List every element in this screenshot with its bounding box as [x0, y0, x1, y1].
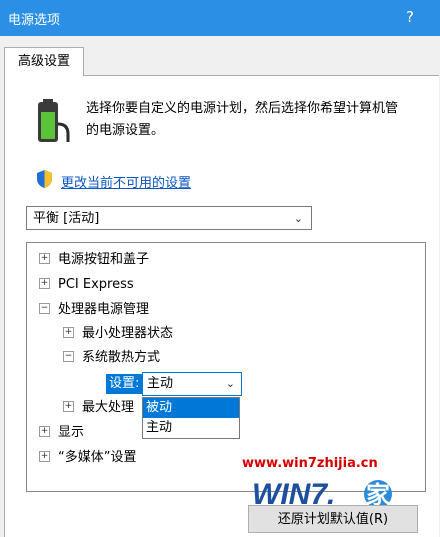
tree-item-min-processor-state[interactable]: + 最小处理器状态	[63, 325, 173, 343]
cooling-policy-options[interactable]: 被动 主动	[142, 397, 240, 439]
chevron-down-icon[interactable]: ⌄	[294, 207, 303, 231]
option-passive[interactable]: 被动	[143, 398, 239, 418]
expand-icon[interactable]: +	[63, 327, 74, 338]
description-line-1: 选择你要自定义的电源计划，然后选择你希望计算机管	[86, 101, 399, 116]
description-line-2: 的电源设置。	[86, 123, 165, 138]
chevron-down-icon[interactable]: ⌄	[226, 373, 235, 395]
tree-item-label: PCI Express	[58, 277, 134, 292]
collapse-icon[interactable]: −	[63, 351, 74, 362]
expand-icon[interactable]: +	[39, 278, 50, 289]
tree-item-label: 最大处理	[82, 400, 135, 415]
power-plan-select[interactable]: 平衡 [活动] ⌄	[26, 206, 312, 230]
expand-icon[interactable]: +	[39, 426, 50, 437]
shield-icon	[37, 170, 52, 188]
tree-item-label: 最小处理器状态	[82, 326, 174, 341]
tree-item-label: 电源按钮和盖子	[58, 252, 150, 267]
option-active[interactable]: 主动	[143, 418, 239, 438]
tree-item-display[interactable]: + 显示	[39, 424, 84, 442]
window-title: 电源选项	[8, 13, 61, 28]
change-unavailable-settings-link[interactable]: 更改当前不可用的设置	[61, 172, 191, 191]
description-text: 选择你要自定义的电源计划，然后选择你希望计算机管 的电源设置。	[86, 98, 436, 142]
settings-tree[interactable]: + 电源按钮和盖子 + PCI Express − 处理器电源管理 + 最小处理器状态 …	[26, 242, 426, 492]
cooling-policy-select[interactable]: 主动 ⌄	[142, 372, 242, 396]
expand-icon[interactable]: +	[39, 451, 50, 462]
watermark-url: www.win7zhijia.cn	[242, 456, 378, 471]
tree-item-cooling-policy[interactable]: − 系统散热方式	[63, 349, 160, 367]
expand-icon[interactable]: +	[63, 401, 74, 412]
tree-item-multimedia[interactable]: + “多媒体”设置	[39, 449, 136, 467]
cooling-policy-value: 主动	[147, 376, 174, 391]
tree-item-max-processor-state[interactable]: + 最大处理	[63, 399, 134, 417]
title-bar: 电源选项 ?	[0, 0, 440, 36]
tree-item-pci-express[interactable]: + PCI Express	[39, 276, 134, 294]
battery-plug-icon	[38, 99, 70, 142]
collapse-icon[interactable]: −	[39, 303, 50, 314]
restore-defaults-button[interactable]: 还原计划默认值(R)	[248, 505, 418, 533]
tree-item-power-buttons[interactable]: + 电源按钮和盖子	[39, 251, 149, 269]
tree-item-label: 显示	[58, 425, 85, 440]
tab-advanced-settings[interactable]: 高级设置	[4, 47, 84, 76]
power-plan-value: 平衡 [活动]	[33, 211, 100, 226]
help-button[interactable]: ?	[406, 8, 414, 26]
setting-label: 设置:	[106, 374, 143, 394]
tree-item-processor-power[interactable]: − 处理器电源管理	[39, 301, 149, 319]
tree-item-label: 系统散热方式	[82, 350, 161, 365]
tree-item-label: “多媒体”设置	[58, 450, 137, 465]
tree-item-label: 处理器电源管理	[58, 302, 150, 317]
expand-icon[interactable]: +	[39, 253, 50, 264]
